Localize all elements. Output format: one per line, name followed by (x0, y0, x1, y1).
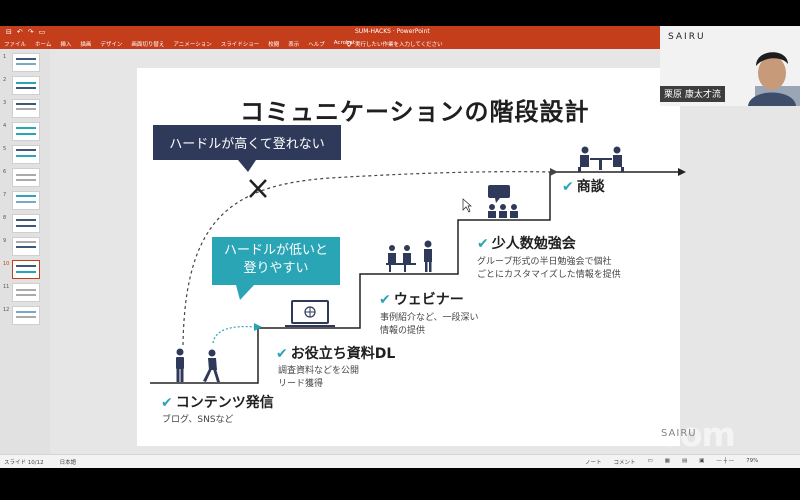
person-standing-icon (176, 348, 184, 382)
slide-title: コミュニケーションの階段設計 (240, 98, 590, 126)
step-content-title: ✔ コンテンツ発信 (161, 395, 274, 411)
bubble-teal-tail (236, 285, 254, 300)
step-dl-desc: 調査資料などを公開 リード獲得 (278, 366, 360, 389)
step-study-desc: グループ形式の半日勉強会で個社 ごとにカスタマイズした情報を提供 (477, 257, 621, 280)
mouse-cursor-icon (462, 198, 472, 213)
sairu-watermark: SAIRU (661, 428, 697, 439)
video-frame: ⊟ ↶ ↷ ▭ SUM-HACKS · PowerPoint ファイル ホーム … (0, 0, 800, 500)
person-walking-icon (203, 349, 220, 382)
study-group-icon (488, 185, 518, 218)
zoom-watermark: zoom SAIRU (640, 415, 770, 455)
meeting-icon (578, 146, 624, 172)
step-dl-title: ✔ お役立ち資料DL (276, 346, 396, 362)
bubble-easy-hurdle: ハードルが低いと 登りやすい (212, 237, 340, 285)
blocked-x-icon (249, 179, 267, 198)
hard-path-arrowhead (550, 168, 558, 176)
easy-path-dashed-curve (212, 325, 256, 344)
bubble-hard-hurdle: ハードルが高くて登れない (153, 125, 341, 160)
step-meeting-title: ✔ 商談 (562, 179, 605, 195)
webcam-tile: SAIRU 栗原 康太才流 (660, 26, 800, 106)
staircase-arrowhead (678, 168, 686, 176)
participant-name: 栗原 康太才流 (660, 86, 725, 102)
bubble-dark-tail (238, 160, 256, 172)
step-webinar-title: ✔ ウェビナー (379, 292, 464, 308)
webinar-audience-icon (386, 240, 432, 272)
laptop-icon (285, 300, 335, 327)
step-study-title: ✔ 少人数勉強会 (477, 236, 576, 252)
step-content-desc: ブログ、SNSなど (162, 415, 234, 425)
step-webinar-desc: 事例紹介など、一段深い 情報の提供 (380, 313, 479, 336)
